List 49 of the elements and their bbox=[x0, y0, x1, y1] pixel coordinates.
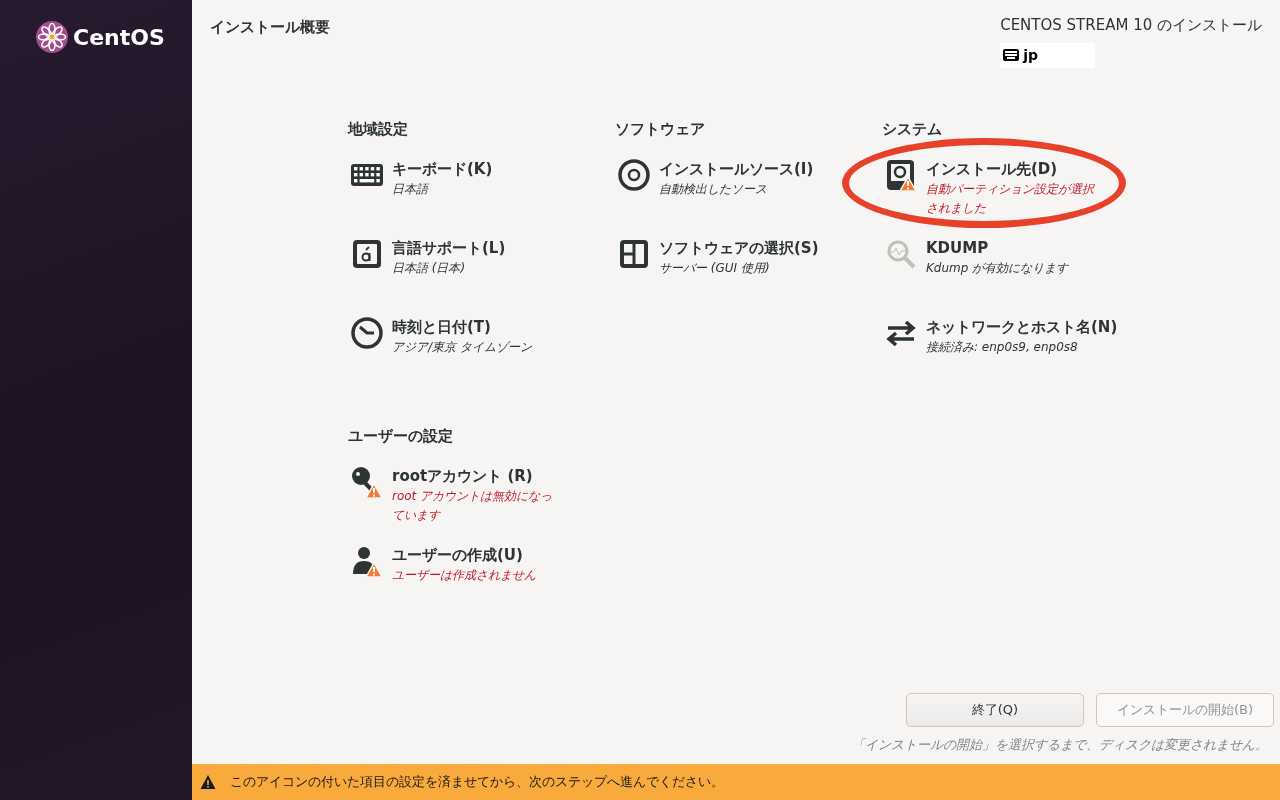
spoke-status: アジア/東京 タイムゾーン bbox=[392, 338, 532, 356]
category-heading: システム bbox=[882, 118, 943, 140]
key-icon bbox=[350, 464, 384, 499]
product-title: CENTOS STREAM 10 のインストール bbox=[1000, 15, 1262, 36]
spoke-title: ユーザーの作成(U) bbox=[392, 544, 524, 566]
spoke-title: KDUMP bbox=[926, 237, 990, 259]
clock-icon bbox=[350, 315, 384, 350]
spoke-title: キーボード(K) bbox=[392, 158, 493, 180]
spoke-status: ユーザーは作成されません bbox=[392, 566, 536, 584]
logo-icon bbox=[35, 20, 69, 54]
warning-icon bbox=[200, 774, 216, 790]
spoke-title: ネットワークとホスト名(N) bbox=[926, 316, 1118, 338]
hub-spoke[interactable]: KDUMP Kdump が有効になります bbox=[882, 236, 1149, 316]
category-heading: 地域設定 bbox=[348, 118, 409, 140]
spoke-status: 日本語 bbox=[392, 180, 430, 198]
category-heading: ソフトウェア bbox=[615, 118, 706, 140]
keyboard-icon bbox=[1003, 49, 1020, 61]
hub-spoke[interactable]: ユーザーの作成(U) ユーザーは作成されません bbox=[348, 543, 615, 623]
spoke-title: 時刻と日付(T) bbox=[392, 316, 492, 338]
spoke-title: インストール先(D) bbox=[926, 158, 1059, 180]
disc-icon bbox=[617, 157, 651, 192]
spoke-status: root アカウントは無効になっています bbox=[392, 487, 554, 524]
spoke-status: 日本語 (日本) bbox=[392, 259, 467, 277]
hub-spoke[interactable]: インストールソース(I) 自動検出したソース bbox=[615, 157, 882, 237]
quit-button[interactable]: 終了(Q) bbox=[906, 692, 1084, 727]
category-heading: ユーザーの設定 bbox=[348, 425, 454, 447]
page-title: インストール概要 bbox=[210, 17, 330, 38]
hub-spoke[interactable]: キーボード(K) 日本語 bbox=[348, 157, 615, 237]
spoke-status: 自動パーティション設定が選択されました bbox=[926, 180, 1096, 217]
hub-spoke[interactable]: ネットワークとホスト名(N) 接続済み: enp0s9, enp0s8 bbox=[882, 315, 1149, 395]
warning-message: このアイコンの付いた項目の設定を済ませてから、次のステップへ進んでください。 bbox=[230, 773, 724, 792]
spoke-status: 接続済み: enp0s9, enp0s8 bbox=[926, 338, 1079, 356]
spoke-status: 自動検出したソース bbox=[659, 180, 768, 198]
hub-spoke[interactable]: インストール先(D) 自動パーティション設定が選択されました bbox=[882, 157, 1149, 237]
keyboard-layout-indicator[interactable]: jp bbox=[1000, 42, 1096, 68]
spoke-title: ソフトウェアの選択(S) bbox=[659, 237, 819, 259]
spoke-title: インストールソース(I) bbox=[659, 158, 814, 180]
hub-spoke[interactable]: rootアカウント (R) root アカウントは無効になっています bbox=[348, 464, 615, 544]
spoke-title: rootアカウント (R) bbox=[392, 465, 534, 487]
spoke-title: 言語サポート(L) bbox=[392, 237, 506, 259]
disk-notice: 「インストールの開始」を選択するまで、ディスクは変更されません。 bbox=[851, 735, 1269, 754]
hub-spoke[interactable]: ソフトウェアの選択(S) サーバー (GUI 使用) bbox=[615, 236, 882, 316]
spoke-status: サーバー (GUI 使用) bbox=[659, 259, 771, 277]
spoke-status: Kdump が有効になります bbox=[926, 259, 1069, 277]
layout-code: jp bbox=[1023, 45, 1038, 65]
logo-text: CentOS bbox=[73, 23, 165, 52]
hub-spoke[interactable]: 言語サポート(L) 日本語 (日本) bbox=[348, 236, 615, 316]
disk-icon bbox=[884, 157, 918, 192]
hub-spoke[interactable]: 時刻と日付(T) アジア/東京 タイムゾーン bbox=[348, 315, 615, 395]
